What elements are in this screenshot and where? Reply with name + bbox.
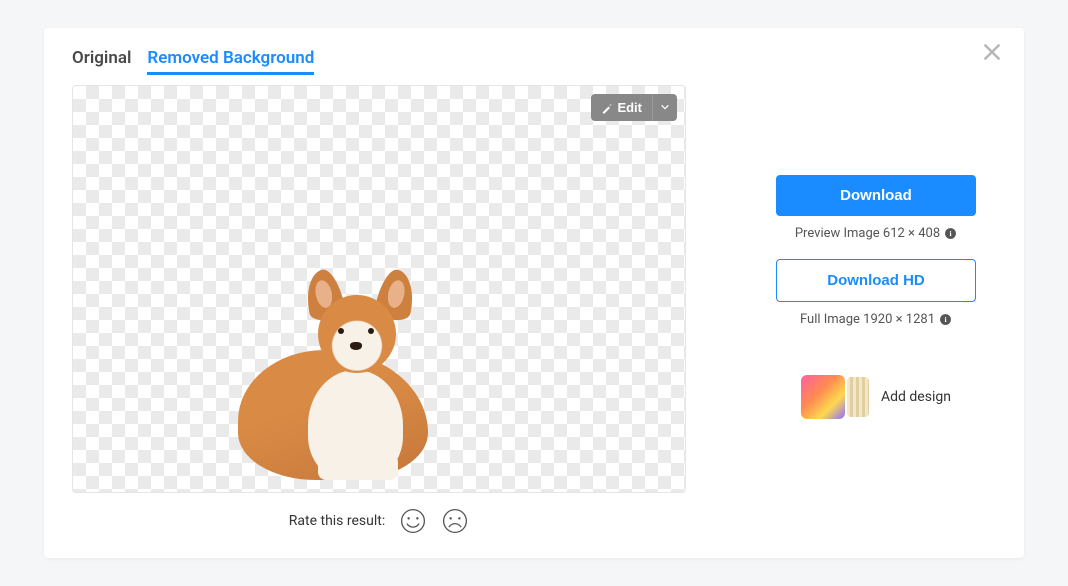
rate-row: Rate this result: — [289, 507, 469, 535]
image-preview: Edit — [72, 85, 686, 493]
download-hd-button[interactable]: Download HD — [776, 259, 976, 302]
edit-button-group: Edit — [591, 94, 677, 121]
info-icon[interactable]: i — [944, 227, 957, 240]
actions-column: Download Preview Image 612 × 408 i Downl… — [756, 85, 996, 535]
editor-card: Original Removed Background Edit — [44, 28, 1024, 558]
result-image — [228, 270, 448, 480]
close-icon — [982, 42, 1002, 62]
info-icon[interactable]: i — [939, 313, 952, 326]
download-button[interactable]: Download — [776, 175, 976, 216]
tab-original[interactable]: Original — [72, 48, 131, 75]
preview-size-text: Preview Image 612 × 408 — [795, 226, 940, 241]
add-design-button[interactable]: Add design — [801, 375, 951, 419]
edit-button[interactable]: Edit — [591, 94, 652, 121]
svg-text:i: i — [950, 229, 952, 238]
edit-dropdown-button[interactable] — [652, 94, 677, 121]
edit-button-label: Edit — [617, 100, 642, 115]
svg-text:i: i — [944, 315, 946, 324]
content-row: Edit — [72, 85, 996, 535]
thumbs-down-frown-icon[interactable] — [441, 507, 469, 535]
rate-label: Rate this result: — [289, 513, 385, 529]
add-design-label: Add design — [881, 389, 951, 405]
wand-icon — [601, 102, 613, 114]
tabs: Original Removed Background — [72, 48, 996, 75]
tab-removed-background[interactable]: Removed Background — [147, 48, 314, 75]
design-thumbnail — [801, 375, 869, 419]
close-button[interactable] — [982, 42, 1006, 66]
preview-column: Edit — [72, 85, 686, 535]
full-size-text: Full Image 1920 × 1281 — [800, 312, 935, 327]
preview-size-caption: Preview Image 612 × 408 i — [795, 226, 957, 241]
chevron-down-icon — [660, 102, 670, 112]
thumbs-up-smile-icon[interactable] — [399, 507, 427, 535]
full-size-caption: Full Image 1920 × 1281 i — [800, 312, 952, 327]
